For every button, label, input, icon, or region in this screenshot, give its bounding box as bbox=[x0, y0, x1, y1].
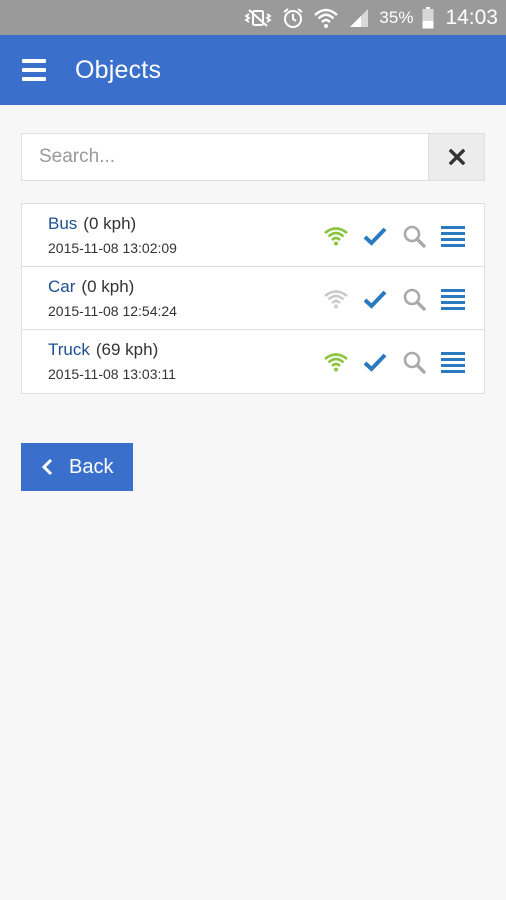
clock: 14:03 bbox=[445, 5, 498, 29]
wifi-signal-icon bbox=[323, 286, 349, 312]
object-speed: (0 kph) bbox=[83, 214, 137, 233]
clear-search-button[interactable] bbox=[428, 134, 484, 180]
list-item[interactable]: Bus (0 kph) 2015-11-08 13:02:09 bbox=[22, 204, 484, 267]
list-icon[interactable] bbox=[440, 286, 466, 312]
search-input[interactable] bbox=[22, 134, 428, 180]
object-speed: (69 kph) bbox=[95, 340, 159, 359]
object-timestamp: 2015-11-08 13:02:09 bbox=[48, 240, 177, 256]
object-name: Car bbox=[48, 277, 76, 296]
search-icon[interactable] bbox=[401, 349, 427, 375]
object-timestamp: 2015-11-08 13:03:11 bbox=[48, 366, 176, 382]
list-icon[interactable] bbox=[440, 349, 466, 375]
search-icon[interactable] bbox=[401, 223, 427, 249]
cell-signal-icon bbox=[348, 7, 370, 29]
object-list: Bus (0 kph) 2015-11-08 13:02:09 Car (0 k… bbox=[21, 203, 485, 394]
menu-icon[interactable] bbox=[22, 59, 46, 81]
check-icon[interactable] bbox=[362, 286, 388, 312]
back-button[interactable]: Back bbox=[21, 443, 133, 491]
page-title: Objects bbox=[75, 55, 162, 84]
object-name: Truck bbox=[48, 340, 90, 359]
battery-percent: 35% bbox=[379, 7, 414, 27]
check-icon[interactable] bbox=[362, 223, 388, 249]
search-icon[interactable] bbox=[401, 286, 427, 312]
check-icon[interactable] bbox=[362, 349, 388, 375]
battery-icon bbox=[422, 6, 434, 29]
app-bar: Objects bbox=[0, 35, 506, 105]
close-icon bbox=[448, 149, 465, 165]
back-button-label: Back bbox=[69, 455, 114, 478]
wifi-signal-icon bbox=[323, 223, 349, 249]
alarm-icon bbox=[282, 7, 304, 29]
wifi-icon bbox=[313, 7, 339, 29]
vibrate-icon bbox=[243, 8, 273, 28]
object-timestamp: 2015-11-08 12:54:24 bbox=[48, 303, 177, 319]
object-speed: (0 kph) bbox=[81, 277, 135, 296]
object-name: Bus bbox=[48, 214, 78, 233]
status-bar: 35% 14:03 bbox=[0, 0, 506, 35]
wifi-signal-icon bbox=[323, 349, 349, 375]
list-icon[interactable] bbox=[440, 223, 466, 249]
search-bar bbox=[21, 133, 485, 181]
list-item[interactable]: Car (0 kph) 2015-11-08 12:54:24 bbox=[22, 267, 484, 330]
chevron-left-icon bbox=[41, 458, 53, 476]
list-item[interactable]: Truck (69 kph) 2015-11-08 13:03:11 bbox=[22, 330, 484, 393]
